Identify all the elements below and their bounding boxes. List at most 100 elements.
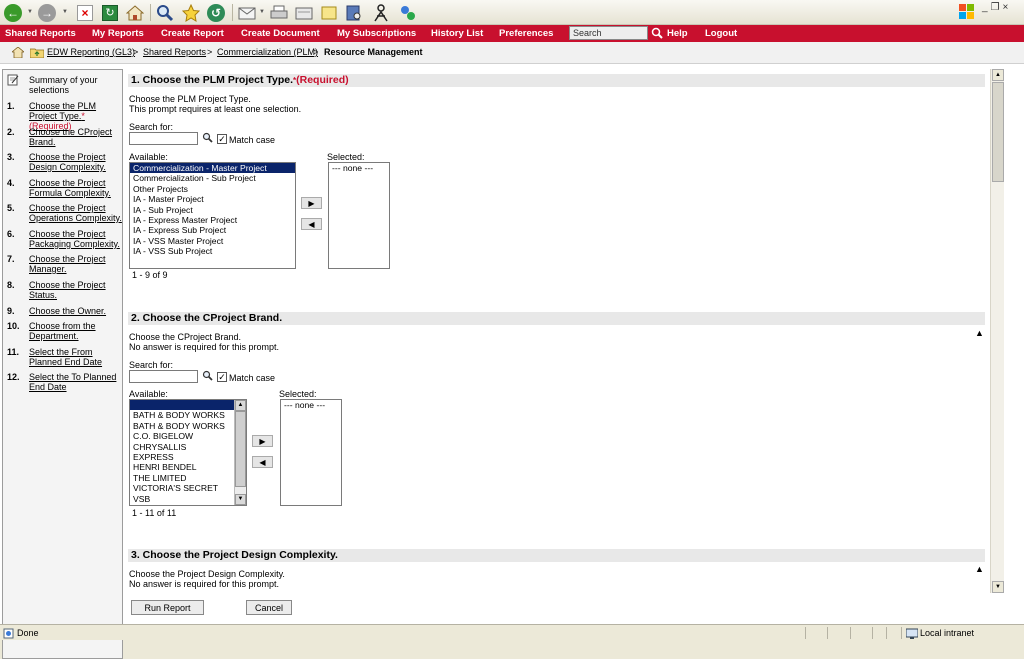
sidebar-item-label[interactable]: Select the To Planned End Date [29,372,122,392]
restore-icon[interactable]: ❐ [991,2,1003,13]
refresh-icon[interactable]: ↻ [99,2,121,23]
mail-icon[interactable] [236,2,258,23]
search-icon[interactable] [154,2,176,23]
nav-my-subscriptions[interactable]: My Subscriptions [337,28,416,39]
list-item[interactable]: Commercialization - Master Project [130,163,295,174]
list-item[interactable] [130,400,246,411]
list-item[interactable]: --- none --- [281,400,341,410]
mail-dropdown-icon[interactable]: ▼ [259,9,265,15]
sidebar-item-label[interactable]: Choose from the Department. [29,321,122,341]
sidebar-item-label[interactable]: Choose the Project Manager. [29,254,122,274]
favorites-icon[interactable] [180,2,202,23]
run-report-button[interactable]: Run Report [131,600,204,615]
nav-my-reports[interactable]: My Reports [92,28,144,39]
list-item[interactable]: IA - Express Sub Project [130,225,295,235]
page-scrollbar[interactable]: ▲ ▼ [990,69,1004,593]
required-tag: (Required) [296,74,349,86]
research-icon[interactable] [343,2,365,23]
discuss-icon[interactable] [318,2,340,23]
scroll-down-icon[interactable]: ▼ [992,581,1004,593]
nav-preferences[interactable]: Preferences [499,28,553,39]
breadcrumb-shared-reports[interactable]: Shared Reports [143,47,206,57]
list-item[interactable]: IA - Sub Project [130,205,295,215]
prompt-2-available-list[interactable]: BATH & BODY WORKS BATH & BODY WORKS C.O.… [129,399,247,506]
minimize-icon[interactable]: _ [982,2,991,13]
nav-create-report[interactable]: Create Report [161,28,224,39]
remove-selection-button[interactable]: ◀ [252,456,273,468]
scroll-thumb[interactable] [235,411,246,487]
search-icon[interactable] [202,132,213,143]
list-item[interactable]: C.O. BIGELOW [130,431,246,441]
scroll-up-icon[interactable]: ▲ [235,400,246,411]
sidebar-item-number: 5. [7,203,15,213]
list-item[interactable]: THE LIMITED [130,473,246,483]
back-to-top-icon[interactable]: ▲ [975,328,984,338]
prompt-2-selected-list[interactable]: --- none --- [280,399,342,506]
list-scrollbar[interactable]: ▲ ▼ [234,400,246,505]
sidebar-item-label[interactable]: Choose the Project Operations Complexity… [29,203,122,223]
history-icon[interactable]: ↺ [205,2,227,23]
nav-history-list[interactable]: History List [431,28,483,39]
breadcrumb-edw-reporting[interactable]: EDW Reporting (GL3) [47,47,135,57]
prompt-1-selected-list[interactable]: --- none --- [328,162,390,269]
forward-dropdown-icon[interactable]: ▼ [62,9,68,15]
nav-create-document[interactable]: Create Document [241,28,320,39]
back-dropdown-icon[interactable]: ▼ [27,9,33,15]
cancel-button[interactable]: Cancel [246,600,292,615]
list-item[interactable]: EXPRESS [130,452,246,462]
list-item[interactable]: BATH & BODY WORKS [130,421,246,431]
list-item[interactable]: BATH & BODY WORKS [130,410,246,420]
list-item[interactable]: IA - Master Project [130,194,295,204]
close-icon[interactable]: × [1003,2,1012,13]
nav-logout[interactable]: Logout [705,28,737,39]
list-item[interactable]: IA - Express Master Project [130,215,295,225]
home-icon[interactable] [12,47,24,58]
forward-icon[interactable]: → [36,2,58,23]
list-item[interactable]: --- none --- [329,163,389,173]
prompt-2-search-input[interactable] [129,370,198,383]
scroll-down-icon[interactable]: ▼ [235,494,246,505]
search-icon[interactable] [202,370,213,381]
sidebar-item-label[interactable]: Choose the Project Design Complexity. [29,152,122,172]
list-item[interactable]: VICTORIA'S SECRET [130,483,246,493]
match-case-checkbox[interactable]: ✓ [217,134,227,144]
sidebar-item-label[interactable]: Choose the CProject Brand. [29,127,122,147]
available-label: Available: [129,152,168,162]
add-selection-button[interactable]: ▶ [252,435,273,447]
sidebar-item-label[interactable]: Select the From Planned End Date [29,347,122,367]
add-selection-button[interactable]: ▶ [301,197,322,209]
scroll-up-icon[interactable]: ▲ [992,69,1004,81]
back-icon[interactable]: ← [2,2,24,23]
remove-selection-button[interactable]: ◀ [301,218,322,230]
sidebar-item-text[interactable]: Choose the PLM Project Type. [29,101,96,121]
list-item[interactable]: Commercialization - Sub Project [130,173,295,183]
folder-up-icon[interactable] [30,47,44,58]
prompt-1-search-input[interactable] [129,132,198,145]
sidebar-item-label[interactable]: Choose the Project Status. [29,280,122,300]
sidebar-item-label[interactable]: Choose the Owner. [29,306,122,316]
home-icon[interactable] [124,2,146,23]
edit-icon[interactable] [293,2,315,23]
scroll-thumb[interactable] [992,82,1004,182]
stop-icon[interactable]: × [74,2,96,23]
summary-label[interactable]: Summary of your selections [29,75,121,95]
back-to-top-icon[interactable]: ▲ [975,564,984,574]
messenger-icon[interactable] [370,2,392,23]
breadcrumb-commercialization[interactable]: Commercialization (PLM) [217,47,318,57]
sidebar-item-label[interactable]: Choose the Project Formula Complexity. [29,178,122,198]
search-input[interactable] [569,26,648,40]
list-item[interactable]: HENRI BENDEL [130,462,246,472]
search-go-icon[interactable] [651,27,663,39]
match-case-checkbox[interactable]: ✓ [217,372,227,382]
list-item[interactable]: IA - VSS Master Project [130,236,295,246]
nav-help[interactable]: Help [667,28,688,39]
list-item[interactable]: VSB [130,494,246,504]
list-item[interactable]: CHRYSALLIS [130,442,246,452]
network-icon[interactable] [397,2,419,23]
list-item[interactable]: IA - VSS Sub Project [130,246,295,256]
prompt-1-available-list[interactable]: Commercialization - Master Project Comme… [129,162,296,269]
sidebar-item-label[interactable]: Choose the Project Packaging Complexity. [29,229,122,249]
list-item[interactable]: Other Projects [130,184,295,194]
nav-shared-reports[interactable]: Shared Reports [5,28,76,39]
print-icon[interactable] [268,2,290,23]
